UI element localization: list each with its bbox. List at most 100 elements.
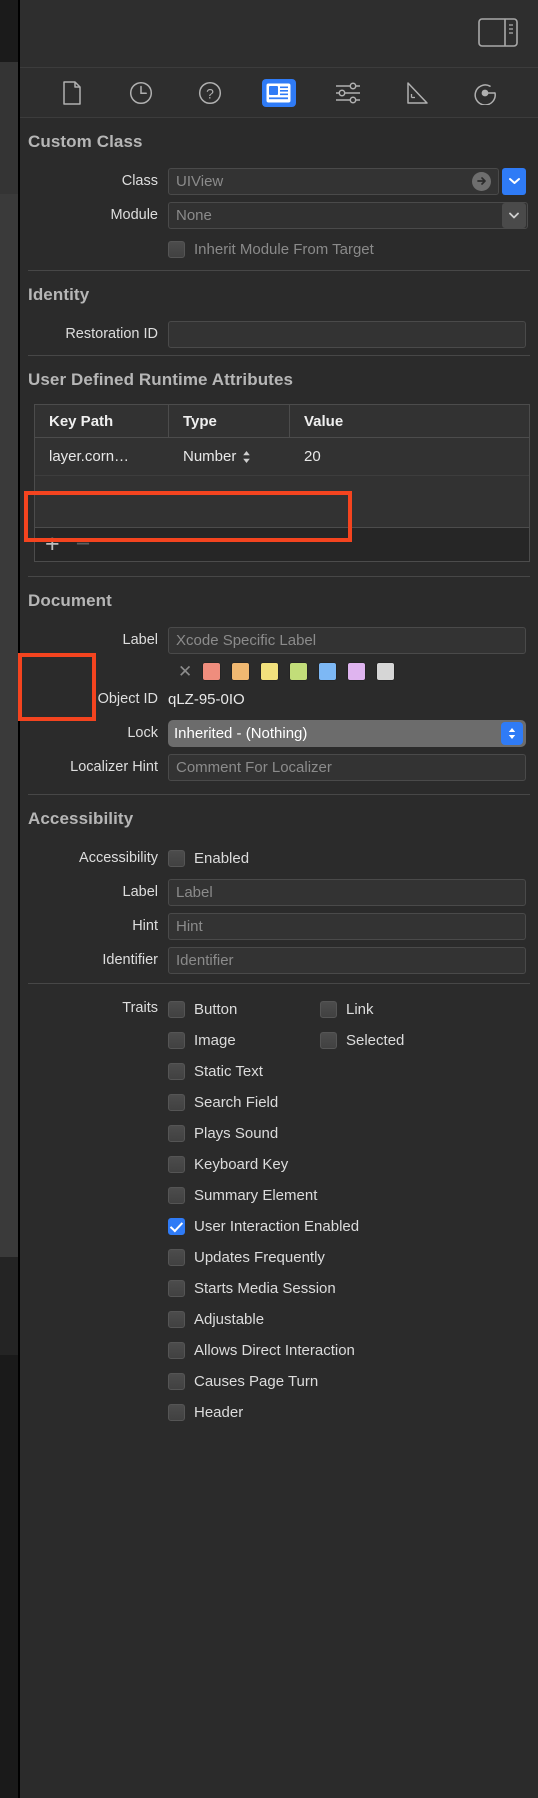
- trait-item[interactable]: Static Text: [168, 1056, 526, 1087]
- trait-checkbox[interactable]: [168, 1249, 185, 1266]
- right-panel-toggle-icon[interactable]: [478, 18, 518, 47]
- a11y-label-input[interactable]: Label: [168, 878, 526, 906]
- type-stepper-icon[interactable]: [242, 450, 251, 464]
- clear-color-icon[interactable]: ✕: [178, 663, 192, 680]
- identity-inspector-tab[interactable]: [261, 78, 296, 107]
- column-header-type[interactable]: Type: [169, 405, 290, 437]
- a11y-identifier-label: Identifier: [102, 952, 158, 968]
- trait-label: Plays Sound: [194, 1125, 279, 1142]
- traits-row: Traits Button Link Image Selected Static Tex…: [20, 994, 538, 1428]
- color-swatch-red[interactable]: [203, 663, 221, 680]
- trait-item[interactable]: Keyboard Key: [168, 1149, 526, 1180]
- inherit-module-checkbox[interactable]: [168, 240, 185, 258]
- quick-help-inspector-tab[interactable]: ?: [193, 79, 227, 107]
- module-input[interactable]: None: [168, 201, 528, 229]
- trait-item[interactable]: Selected: [320, 1025, 472, 1056]
- trait-item[interactable]: Allows Direct Interaction: [168, 1335, 526, 1366]
- color-swatch-orange[interactable]: [232, 663, 250, 680]
- inspector-tabstrip: ?: [20, 68, 538, 118]
- trait-item[interactable]: Adjustable: [168, 1304, 526, 1335]
- lock-label: Lock: [127, 725, 158, 741]
- trait-label: Starts Media Session: [194, 1280, 336, 1297]
- trait-checkbox[interactable]: [168, 1156, 185, 1173]
- trait-label: Summary Element: [194, 1187, 318, 1204]
- column-header-key-path[interactable]: Key Path: [35, 405, 169, 437]
- table-row[interactable]: layer.corn… Number 20: [35, 438, 529, 476]
- trait-item[interactable]: Image: [168, 1025, 320, 1056]
- trait-checkbox[interactable]: [168, 1342, 185, 1359]
- column-header-value[interactable]: Value: [290, 405, 529, 437]
- color-swatch-blue[interactable]: [319, 663, 337, 680]
- color-swatch-purple[interactable]: [348, 663, 366, 680]
- size-inspector-tab[interactable]: [400, 79, 434, 107]
- trait-label: Selected: [346, 1032, 405, 1049]
- class-dropdown-button[interactable]: [502, 167, 526, 195]
- connections-inspector-tab[interactable]: [468, 79, 502, 107]
- trait-item[interactable]: Link: [320, 994, 472, 1025]
- restoration-id-input[interactable]: [168, 320, 526, 348]
- trait-checkbox[interactable]: [168, 1280, 185, 1297]
- color-swatch-yellow[interactable]: [261, 663, 279, 680]
- trait-checkbox[interactable]: [320, 1032, 337, 1049]
- trait-checkbox[interactable]: [168, 1218, 185, 1235]
- trait-checkbox[interactable]: [168, 1373, 185, 1390]
- localizer-hint-label: Localizer Hint: [70, 759, 158, 775]
- trait-item[interactable]: Button: [168, 994, 320, 1025]
- trait-item[interactable]: Search Field: [168, 1087, 526, 1118]
- lock-select[interactable]: Inherited - (Nothing): [168, 719, 526, 747]
- trait-checkbox[interactable]: [168, 1187, 185, 1204]
- object-id-row: Object ID qLZ-95-0IO: [20, 684, 538, 714]
- trait-checkbox[interactable]: [168, 1063, 185, 1080]
- trait-checkbox[interactable]: [168, 1125, 185, 1142]
- trait-checkbox[interactable]: [168, 1094, 185, 1111]
- left-edge-strip: [0, 1257, 18, 1355]
- a11y-identifier-input[interactable]: Identifier: [168, 946, 526, 974]
- cell-value[interactable]: 20: [290, 448, 529, 465]
- trait-label: Causes Page Turn: [194, 1373, 319, 1390]
- trait-checkbox[interactable]: [168, 1404, 185, 1421]
- trait-item[interactable]: Plays Sound: [168, 1118, 526, 1149]
- trait-checkbox[interactable]: [168, 1001, 185, 1018]
- class-input[interactable]: UIView: [168, 167, 499, 195]
- identity-inspector-panel: ? Custom Class Class UIView Module None …: [0, 0, 538, 1798]
- trait-label: Search Field: [194, 1094, 279, 1111]
- document-icon: [63, 80, 82, 105]
- trait-checkbox[interactable]: [320, 1001, 337, 1018]
- localizer-hint-input[interactable]: Comment For Localizer: [168, 753, 526, 781]
- trait-item[interactable]: User Interaction Enabled: [168, 1211, 526, 1242]
- trait-label: Keyboard Key: [194, 1156, 289, 1173]
- lock-stepper-icon[interactable]: [501, 721, 523, 745]
- a11y-hint-input[interactable]: Hint: [168, 912, 526, 940]
- trait-item[interactable]: Causes Page Turn: [168, 1366, 526, 1397]
- remove-attribute-button: −: [75, 530, 91, 558]
- file-inspector-tab[interactable]: [55, 79, 89, 107]
- color-swatch-green[interactable]: [290, 663, 308, 680]
- accessibility-enabled-checkbox[interactable]: [168, 849, 185, 867]
- trait-label: Header: [194, 1404, 244, 1421]
- trait-item[interactable]: Summary Element: [168, 1180, 526, 1211]
- add-attribute-button[interactable]: +: [45, 532, 60, 557]
- cell-key-path[interactable]: layer.corn…: [35, 448, 169, 465]
- accessibility-enabled-row: Accessibility Enabled: [20, 843, 538, 873]
- question-mark-icon: ?: [199, 81, 222, 104]
- trait-item[interactable]: Updates Frequently: [168, 1242, 526, 1273]
- svg-text:?: ?: [206, 85, 214, 101]
- trait-label: Button: [194, 1001, 238, 1018]
- color-swatch-gray[interactable]: [377, 663, 395, 680]
- accessibility-identifier-row: Identifier Identifier: [20, 945, 538, 975]
- object-id-label: Object ID: [97, 691, 158, 707]
- trait-item[interactable]: Starts Media Session: [168, 1273, 526, 1304]
- attributes-inspector-tab[interactable]: [331, 79, 365, 107]
- jump-to-definition-icon[interactable]: [472, 171, 491, 191]
- document-label-input[interactable]: Xcode Specific Label: [168, 626, 526, 654]
- document-color-swatches: ✕: [20, 663, 538, 680]
- module-dropdown-button[interactable]: [502, 202, 526, 228]
- trait-checkbox[interactable]: [168, 1311, 185, 1328]
- trait-checkbox[interactable]: [168, 1032, 185, 1049]
- left-edge-strip: [0, 62, 18, 194]
- sliders-icon: [335, 82, 360, 103]
- module-value: None: [176, 206, 212, 224]
- restoration-id-row: Restoration ID: [20, 319, 538, 349]
- trait-item[interactable]: Header: [168, 1397, 526, 1428]
- history-inspector-tab[interactable]: [124, 79, 158, 107]
